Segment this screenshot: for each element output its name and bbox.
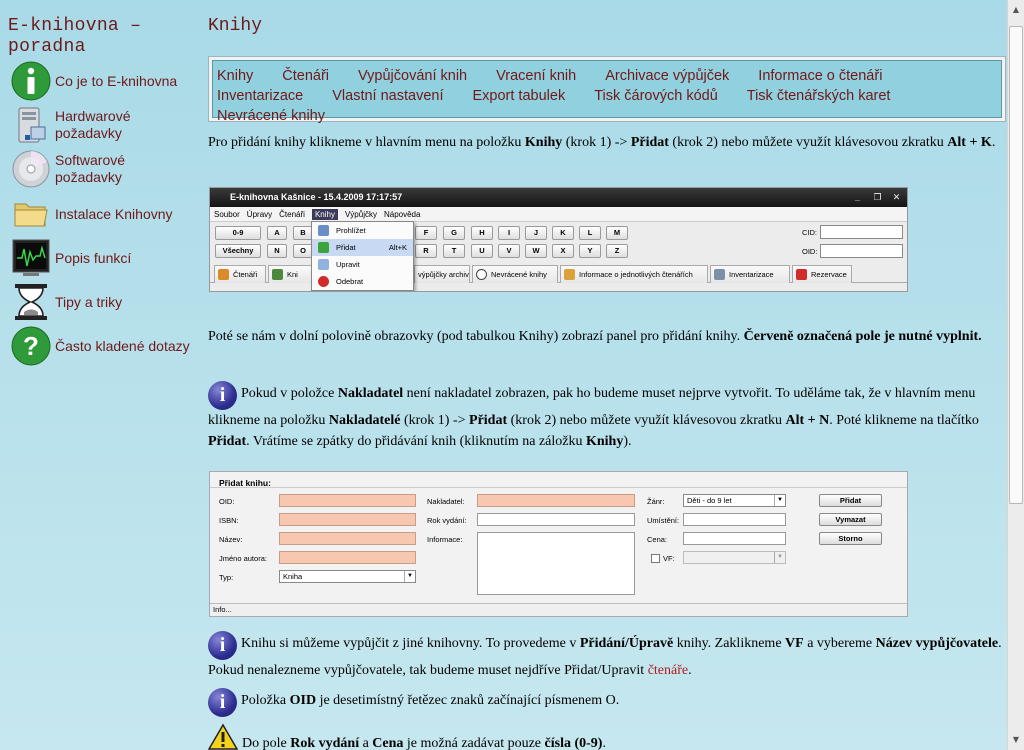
sidebar-item-label: Instalace Knihovny [55, 205, 173, 222]
screenshot-window-title: E-knihovna Kašnice - 15.4.2009 17:17:57 … [210, 188, 907, 207]
sidebar-item-label: Často kladené dotazy [55, 337, 190, 354]
sidebar-item-instalace[interactable]: Instalace Knihovny [10, 193, 200, 235]
hourglass-icon [10, 281, 52, 323]
vertical-scrollbar[interactable]: ▲ ▼ [1007, 0, 1024, 750]
screenshot-add-book-form: Přidat knihu: OID: ISBN: Název: Jméno au… [209, 471, 908, 617]
menu-link-inventarizace[interactable]: Inventarizace [217, 86, 303, 106]
info-icon: i [208, 631, 237, 660]
question-icon: ? [10, 325, 52, 367]
menu-link-nastaveni[interactable]: Vlastní nastavení [332, 86, 443, 106]
info-icon [10, 60, 52, 102]
top-menu: Knihy Čtenáři Vypůjčování knih Vracení k… [208, 56, 1006, 124]
sidebar-item-hardware[interactable]: Hardwarové požadavky [10, 104, 200, 146]
info-icon: i [208, 688, 237, 717]
paragraph-oid: i Položka OID je desetimístný řetězec zna… [208, 688, 1003, 717]
menu-link-tisk-kodu[interactable]: Tisk čárových kódů [594, 86, 718, 106]
menu-link-vraceni[interactable]: Vracení knih [496, 66, 576, 86]
sidebar-item-tipy[interactable]: Tipy a triky [10, 281, 200, 323]
paragraph-panel: Poté se nám v dolní polovině obrazovky (… [208, 329, 982, 344]
page-title: Knihy [208, 16, 263, 36]
readers-link[interactable]: čtenáře [648, 663, 688, 678]
svg-text:?: ? [23, 331, 39, 361]
menu-link-knihy[interactable]: Knihy [217, 66, 253, 86]
scroll-thumb[interactable] [1009, 26, 1023, 504]
menu-link-informace[interactable]: Informace o čtenáři [758, 66, 882, 86]
menu-link-nevracene[interactable]: Nevrácené knihy [217, 106, 325, 126]
screenshot-dropdown: Prohlížet Přidat Alt+K Upravit Odebrat [311, 221, 414, 291]
sidebar-item-label: Co je to E-knihovna [55, 72, 178, 89]
site-title: E-knihovna – poradna [8, 16, 142, 57]
sidebar: E-knihovna – poradna Co je to E-knihovna… [0, 0, 200, 750]
sidebar-item-faq[interactable]: ? Často kladené dotazy [10, 325, 200, 367]
sidebar-item-co-je-to[interactable]: Co je to E-knihovna [10, 60, 200, 102]
folder-icon [10, 193, 52, 235]
screenshot-menubar: Soubor Úpravy Čtenáři Knihy Výpůjčky Nápověda [210, 207, 907, 222]
menu-link-tisk-karet[interactable]: Tisk čtenářských karet [747, 86, 891, 106]
scroll-down-arrow[interactable]: ▼ [1008, 732, 1024, 748]
sidebar-item-label: Softwarové požadavky [55, 152, 126, 185]
menu-link-ctenari[interactable]: Čtenáři [282, 66, 329, 86]
monitor-icon [10, 237, 52, 279]
menu-link-vypujcovani[interactable]: Vypůjčování knih [358, 66, 467, 86]
cd-icon [10, 148, 52, 190]
paragraph-add-book: Pro přidání knihy klikneme v hlavním men… [208, 135, 996, 150]
sidebar-item-label: Hardwarové požadavky [55, 108, 131, 141]
scroll-up-arrow[interactable]: ▲ [1008, 2, 1024, 18]
warning-icon [208, 723, 238, 750]
paragraph-publisher: i Pokud v položce Nakladatel není naklada… [208, 381, 1003, 452]
sidebar-item-software[interactable]: Softwarové požadavky [10, 148, 200, 190]
screenshot-menu: E-knihovna Kašnice - 15.4.2009 17:17:57 … [209, 187, 908, 292]
info-icon: i [208, 381, 237, 410]
menu-link-export[interactable]: Export tabulek [473, 86, 566, 106]
paragraph-borrow: i Knihu si můžeme vypůjčit z jiné knihovn… [208, 631, 1003, 681]
paragraph-numbers: Do pole Rok vydání a Cena je možná zadáv… [208, 723, 1003, 750]
sidebar-item-popis[interactable]: Popis funkcí [10, 237, 200, 279]
sidebar-item-label: Tipy a triky [55, 293, 123, 310]
menu-link-archivace[interactable]: Archivace výpůjček [605, 66, 729, 86]
sidebar-item-label: Popis funkcí [55, 249, 132, 266]
computer-icon [10, 104, 52, 146]
